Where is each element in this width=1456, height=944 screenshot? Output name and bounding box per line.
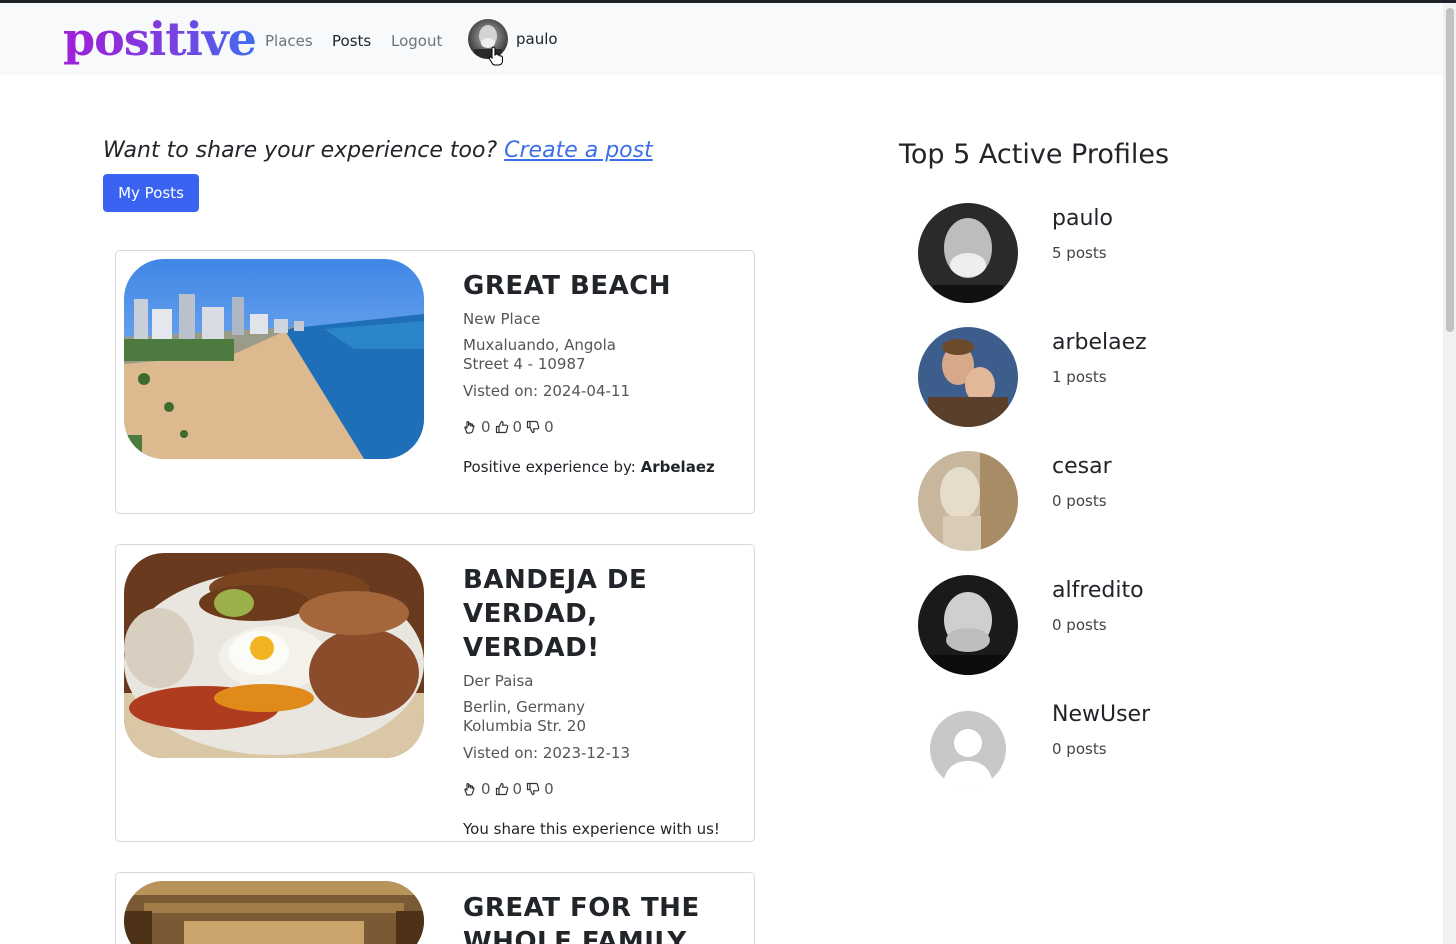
nav-username[interactable]: paulo	[516, 30, 558, 48]
post-title[interactable]: GREAT BEACH	[463, 269, 738, 303]
thumbs-up-count: 0	[512, 780, 523, 798]
profile-name[interactable]: arbelaez	[1052, 329, 1147, 357]
nav-link-logout[interactable]: Logout	[391, 31, 442, 51]
profile-item[interactable]: alfredito 0 posts	[918, 575, 1338, 675]
thumbs-down-icon[interactable]	[526, 782, 540, 796]
create-post-link[interactable]: Create a post	[504, 138, 653, 163]
profile-item[interactable]: cesar 0 posts	[918, 451, 1338, 551]
post-address-line2: Kolumbia Str. 20	[463, 717, 587, 735]
profile-avatar[interactable]	[918, 699, 1018, 799]
bandeja-photo	[124, 553, 424, 758]
profile-name[interactable]: paulo	[1052, 205, 1113, 233]
post-address-line1: Berlin, Germany	[463, 698, 586, 716]
post-footer-prefix: You share this experience with us!	[463, 820, 720, 838]
profile-name[interactable]: NewUser	[1052, 701, 1150, 729]
clap-icon[interactable]	[463, 420, 477, 434]
post-address: Berlin, Germany Kolumbia Str. 20	[463, 698, 738, 736]
nav-link-posts[interactable]: Posts	[332, 31, 371, 51]
profile-name[interactable]: cesar	[1052, 453, 1112, 481]
post-title[interactable]: GREAT FOR THE WHOLE FAMILY	[463, 891, 738, 944]
post-reactions: 0 0 0	[463, 779, 738, 799]
my-posts-button[interactable]: My Posts	[103, 174, 199, 212]
profile-photo-alfredito	[918, 575, 1018, 675]
profile-item[interactable]: arbelaez 1 posts	[918, 327, 1338, 427]
profile-post-count: 1 posts	[1052, 368, 1107, 386]
profile-post-count: 0 posts	[1052, 492, 1107, 510]
post-title[interactable]: BANDEJA DE VERDAD, VERDAD!	[463, 563, 738, 665]
post-card: BANDEJA DE VERDAD, VERDAD! Der Paisa Ber…	[115, 544, 755, 842]
thumbs-down-count: 0	[544, 418, 554, 436]
post-address-line2: Street 4 - 10987	[463, 355, 586, 373]
post-place: Der Paisa	[463, 672, 534, 690]
brand-logo[interactable]: positive	[63, 7, 257, 71]
thumbs-up-count: 0	[512, 418, 523, 436]
profile-avatar[interactable]	[918, 451, 1018, 551]
share-prompt-text: Want to share your experience too?	[103, 138, 498, 163]
profile-avatar[interactable]	[918, 203, 1018, 303]
post-image-bandeja[interactable]	[124, 553, 424, 758]
post-image-family[interactable]	[124, 881, 424, 944]
profile-photo-arbelaez	[918, 327, 1018, 427]
post-visited-date: Visted on: 2024-04-11	[463, 382, 630, 400]
post-card: GREAT BEACH New Place Muxaluando, Angola…	[115, 250, 755, 514]
post-footer: You share this experience with us!	[463, 819, 738, 839]
post-place: New Place	[463, 310, 541, 328]
clap-count: 0	[481, 780, 491, 798]
profile-avatar[interactable]	[918, 327, 1018, 427]
thumbs-down-count: 0	[544, 780, 554, 798]
nav-link-places[interactable]: Places	[265, 31, 313, 51]
post-card: GREAT FOR THE WHOLE FAMILY	[115, 872, 755, 944]
profile-name[interactable]: alfredito	[1052, 577, 1144, 605]
post-address-line1: Muxaluando, Angola	[463, 336, 616, 354]
profile-post-count: 0 posts	[1052, 616, 1107, 634]
thumbs-down-icon[interactable]	[526, 420, 540, 434]
profile-post-count: 0 posts	[1052, 740, 1107, 758]
share-prompt: Want to share your experience too? Creat…	[103, 138, 653, 163]
family-photo	[124, 881, 424, 944]
hand-cursor-icon	[488, 46, 503, 66]
post-body: BANDEJA DE VERDAD, VERDAD! Der Paisa Ber…	[463, 563, 738, 839]
thumbs-up-icon[interactable]	[495, 782, 509, 796]
post-body: GREAT BEACH New Place Muxaluando, Angola…	[463, 269, 738, 477]
post-image-beach[interactable]	[124, 259, 424, 459]
navbar: positive Places Posts Logout paulo	[0, 3, 1443, 75]
profile-photo-cesar	[918, 451, 1018, 551]
clap-icon[interactable]	[463, 782, 477, 796]
post-footer: Positive experience by: Arbelaez	[463, 457, 738, 477]
post-visited-date: Visted on: 2023-12-13	[463, 744, 630, 762]
post-address: Muxaluando, Angola Street 4 - 10987	[463, 336, 738, 374]
thumbs-up-icon[interactable]	[495, 420, 509, 434]
profile-avatar[interactable]	[918, 575, 1018, 675]
post-footer-prefix: Positive experience by:	[463, 458, 636, 476]
beach-photo	[124, 259, 424, 459]
profile-post-count: 5 posts	[1052, 244, 1107, 262]
avatar-placeholder-icon	[918, 699, 1018, 799]
profile-item[interactable]: paulo 5 posts	[918, 203, 1338, 303]
post-body: GREAT FOR THE WHOLE FAMILY	[463, 891, 738, 944]
post-author[interactable]: Arbelaez	[641, 458, 715, 476]
post-reactions: 0 0 0	[463, 417, 738, 437]
profile-item[interactable]: NewUser 0 posts	[918, 699, 1338, 799]
page-scrollbar-thumb[interactable]	[1446, 8, 1454, 332]
top-profiles-title: Top 5 Active Profiles	[899, 139, 1170, 170]
profile-photo-paulo	[918, 203, 1018, 303]
clap-count: 0	[481, 418, 491, 436]
